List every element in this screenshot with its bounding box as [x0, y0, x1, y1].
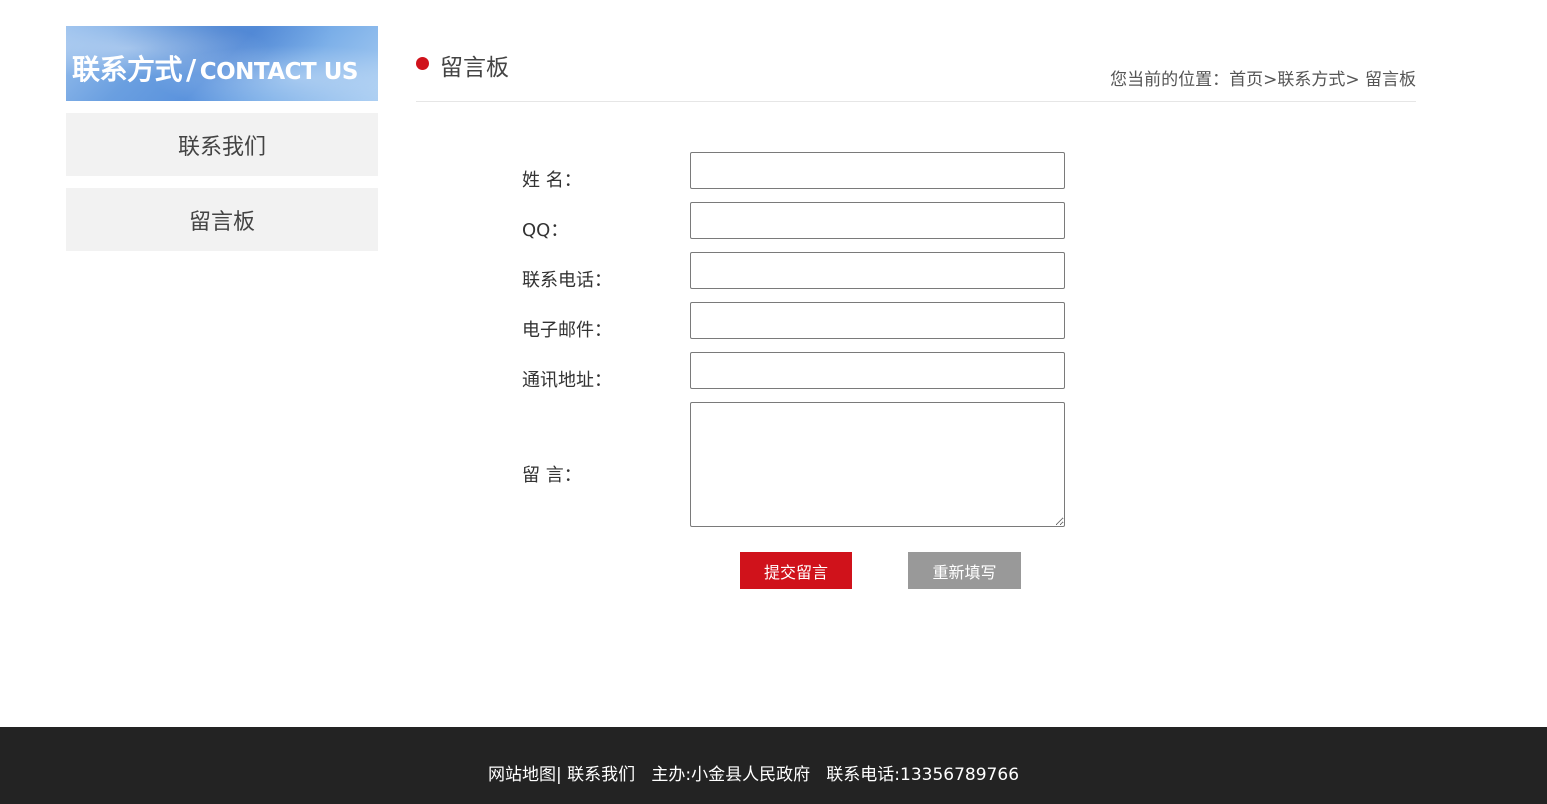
footer-separator: | — [556, 765, 568, 785]
footer-text: 网站地图| 联系我们 主办:小金县人民政府 联系电话:13356789766 — [488, 760, 1019, 785]
name-label: 姓 名： — [522, 170, 582, 191]
footer: 网站地图| 联系我们 主办:小金县人民政府 联系电话:13356789766 — [0, 727, 1547, 804]
name-field[interactable] — [690, 152, 1065, 189]
breadcrumb-section-link[interactable]: 联系方式 — [1277, 70, 1345, 90]
submit-message-button[interactable]: 提交留言 — [740, 552, 852, 589]
banner-title-cn: 联系方式 — [72, 53, 183, 86]
breadcrumb-separator: > — [1345, 70, 1365, 90]
phone-field[interactable] — [690, 252, 1065, 289]
breadcrumb: 您当前的位置：首页>联系方式> 留言板 — [1110, 65, 1416, 90]
email-label: 电子邮件： — [522, 320, 612, 341]
footer-phone: 联系电话:13356789766 — [810, 765, 1020, 785]
sidebar-banner-title: 联系方式 / CONTACT US — [72, 48, 358, 88]
email-field[interactable] — [690, 302, 1065, 339]
breadcrumb-separator: > — [1263, 70, 1278, 90]
sidebar-item-label: 联系我们 — [177, 134, 266, 160]
qq-label: QQ： — [522, 220, 569, 241]
address-field[interactable] — [690, 352, 1065, 389]
sidebar-item-message-board[interactable]: 留言板 — [66, 188, 378, 251]
sidebar-banner: 联系方式 / CONTACT US — [66, 26, 378, 101]
breadcrumb-current-link[interactable]: 留言板 — [1365, 70, 1416, 90]
footer-sitemap-link[interactable]: 网站地图 — [488, 765, 556, 785]
message-textarea[interactable] — [690, 402, 1065, 527]
section-bullet-icon — [416, 57, 429, 70]
phone-label: 联系电话： — [522, 270, 612, 291]
header-divider — [416, 101, 1416, 102]
breadcrumb-prefix: 您当前的位置： — [1110, 70, 1230, 90]
page-title: 留言板 — [440, 55, 509, 81]
footer-contact-link[interactable]: 联系我们 — [567, 765, 635, 785]
address-label: 通讯地址： — [522, 370, 612, 391]
banner-title-en: CONTACT US — [199, 59, 359, 85]
footer-sponsor: 主办:小金县人民政府 — [635, 765, 811, 785]
sidebar-item-contact-us[interactable]: 联系我们 — [66, 113, 378, 176]
reset-form-button[interactable]: 重新填写 — [908, 552, 1021, 589]
message-label: 留 言： — [522, 465, 582, 486]
breadcrumb-home-link[interactable]: 首页 — [1229, 70, 1263, 90]
sidebar-item-label: 留言板 — [188, 209, 255, 235]
qq-field[interactable] — [690, 202, 1065, 239]
banner-title-separator: / — [186, 53, 196, 86]
